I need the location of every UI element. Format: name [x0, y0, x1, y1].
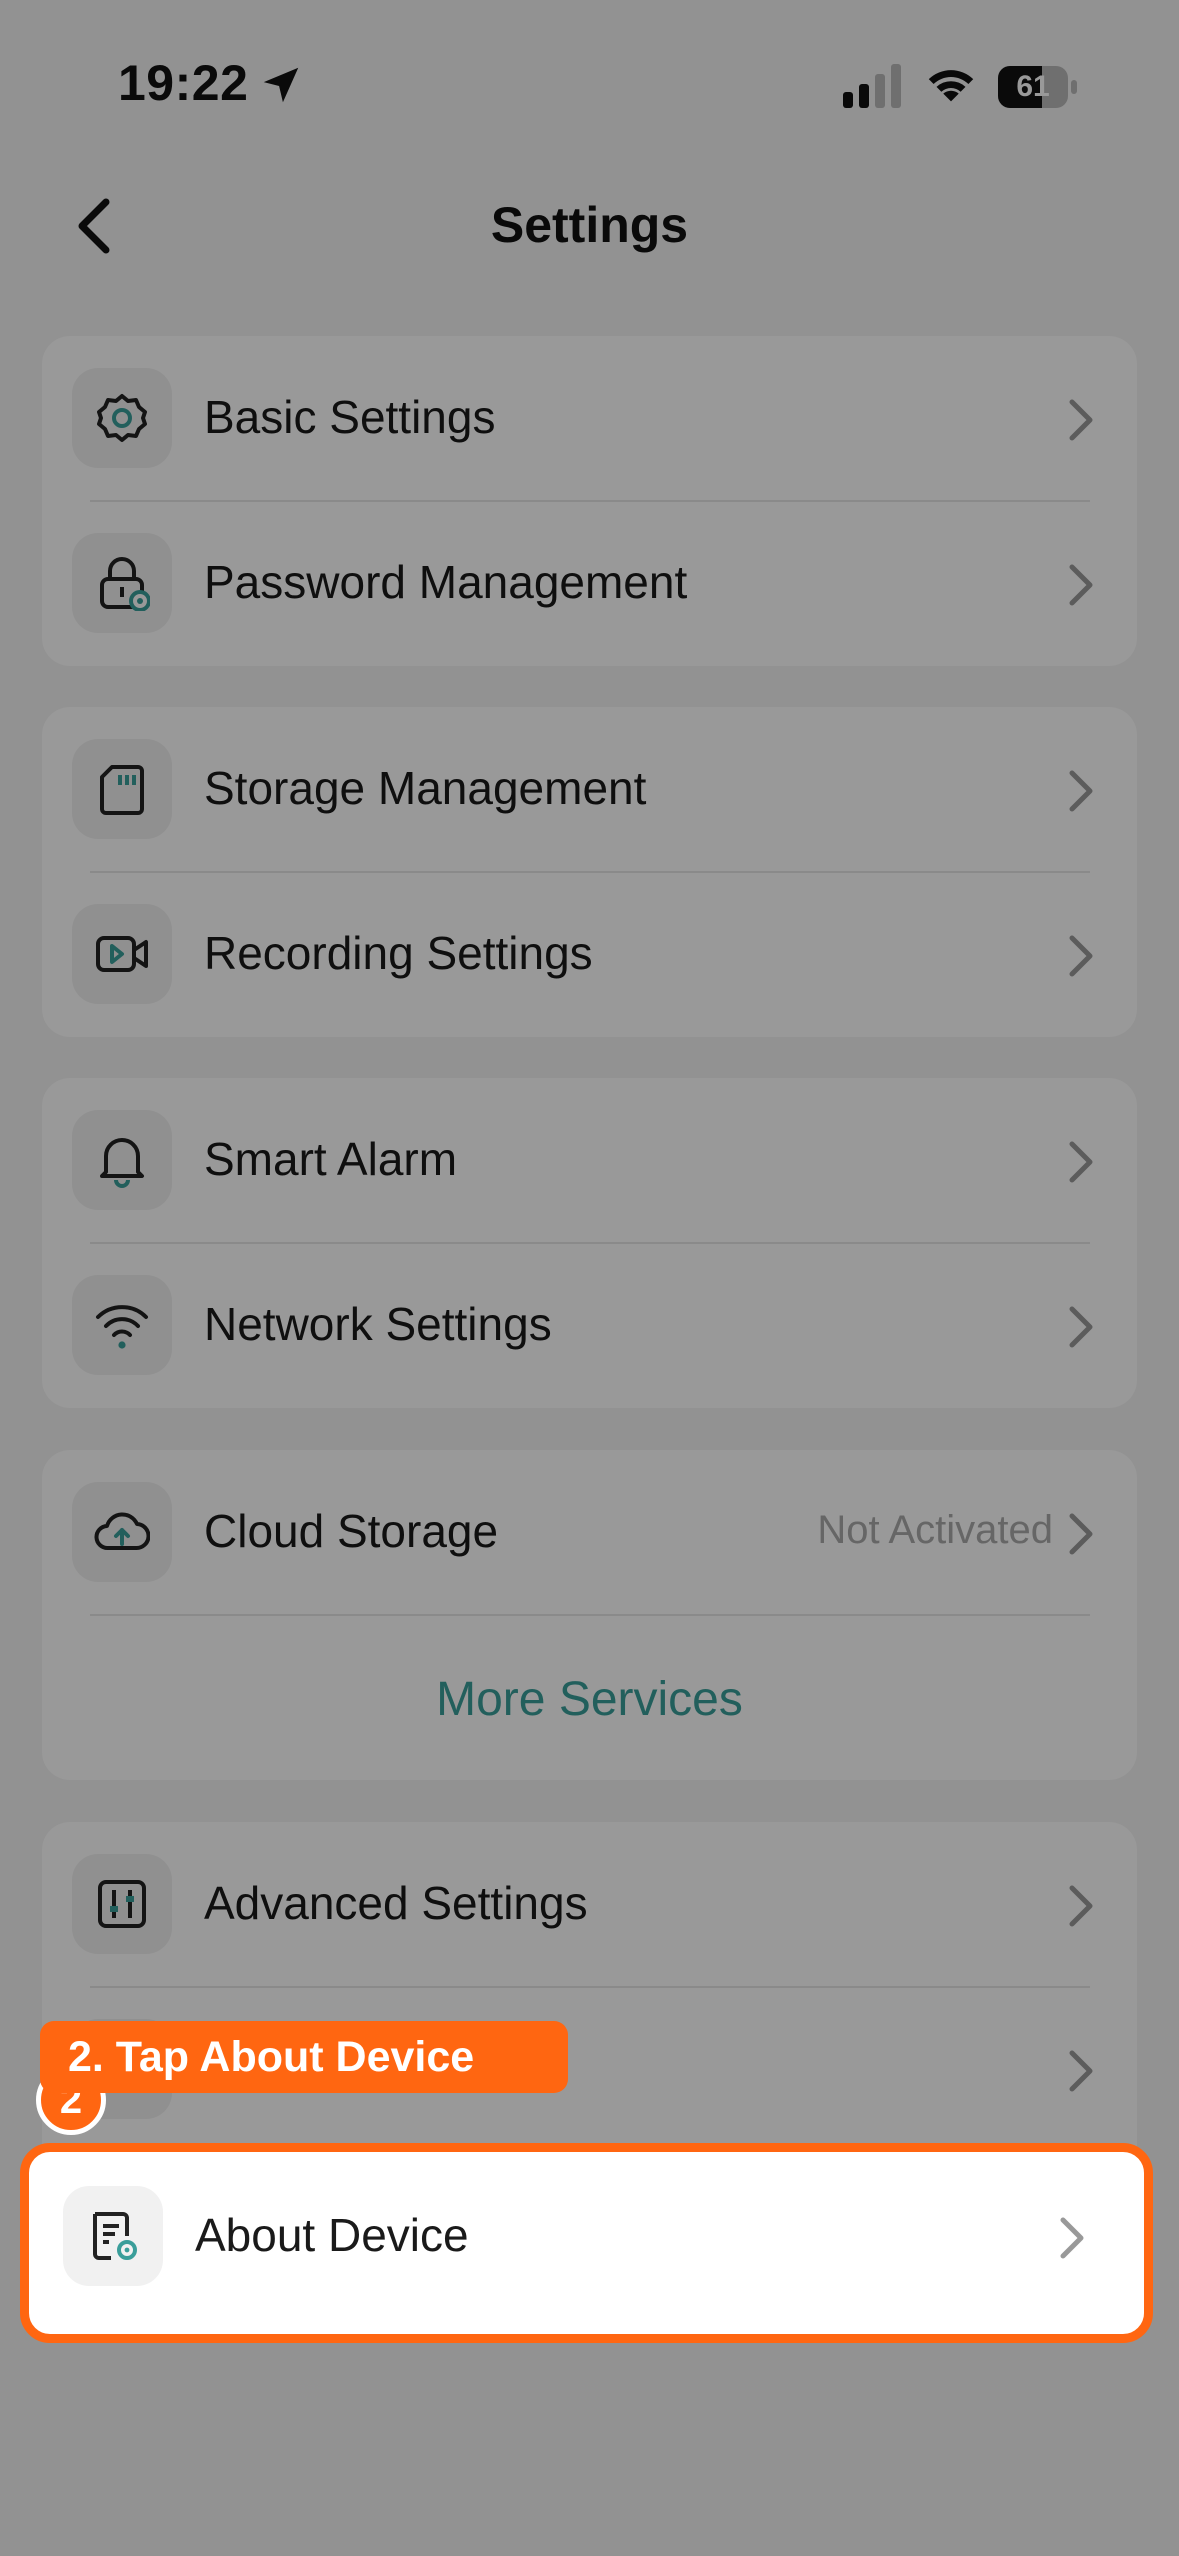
chevron-right-icon — [1069, 2050, 1093, 2092]
network-settings-row[interactable]: Network Settings — [42, 1243, 1137, 1408]
row-label: Advanced Settings — [204, 1877, 588, 1929]
status-time: 19:22 — [118, 55, 249, 111]
wifi-icon — [72, 1275, 172, 1375]
row-label: Smart Alarm — [204, 1133, 458, 1185]
chevron-right-icon — [1069, 399, 1093, 441]
password-management-row[interactable]: Password Management — [42, 501, 1137, 666]
row-label: Recording Settings — [204, 927, 593, 979]
bell-icon — [72, 1110, 172, 1210]
row-label: About Device — [195, 2209, 469, 2261]
chevron-right-icon — [1069, 1141, 1093, 1183]
cloud-storage-row[interactable]: Cloud Storage Not Activated — [42, 1450, 1137, 1615]
chevron-right-icon — [1069, 1513, 1093, 1555]
row-label: Network Settings — [204, 1298, 552, 1350]
sliders-icon — [72, 1854, 172, 1954]
cloud-storage-status: Not Activated — [817, 1508, 1053, 1552]
settings-group-5: Advanced Settings — [42, 1822, 1137, 2182]
basic-settings-row[interactable]: Basic Settings — [42, 336, 1137, 501]
settings-group-1: Basic Settings Password Management — [42, 336, 1137, 666]
chevron-right-icon — [1069, 564, 1093, 606]
more-services-link[interactable]: More Services — [42, 1672, 1137, 1727]
row-label: Storage Management — [204, 762, 647, 814]
row-label: Password Management — [204, 556, 688, 608]
settings-group-2: Storage Management Recording Settings — [42, 707, 1137, 1037]
row-label: Basic Settings — [204, 391, 496, 443]
status-bar: 19:22 61 — [0, 0, 1179, 170]
video-camera-icon — [72, 904, 172, 1004]
storage-management-row[interactable]: Storage Management — [42, 707, 1137, 872]
recording-settings-row[interactable]: Recording Settings — [42, 872, 1137, 1037]
battery-level: 61 — [1016, 70, 1050, 103]
settings-screen: 19:22 61 Settings Basic Settings Passwor… — [0, 0, 1179, 2556]
about-device-highlight: About Device — [20, 2143, 1153, 2343]
chevron-right-icon — [1069, 1306, 1093, 1348]
gear-icon — [72, 368, 172, 468]
settings-group-3: Smart Alarm Network Settings — [42, 1078, 1137, 1408]
chevron-right-icon — [1060, 2217, 1084, 2259]
divider — [90, 1614, 1090, 1616]
sd-card-icon — [72, 739, 172, 839]
settings-group-4: Cloud Storage Not Activated More Service… — [42, 1450, 1137, 1780]
chevron-right-icon — [1069, 770, 1093, 812]
smart-alarm-row[interactable]: Smart Alarm — [42, 1078, 1137, 1243]
location-arrow-icon — [263, 67, 299, 103]
cloud-upload-icon — [72, 1482, 172, 1582]
page-title: Settings — [490, 197, 689, 253]
chevron-right-icon — [1069, 1885, 1093, 1927]
document-gear-icon — [63, 2186, 163, 2286]
about-device-row[interactable]: About Device — [33, 2154, 1128, 2319]
tutorial-callout: 2. Tap About Device — [40, 2021, 568, 2093]
wifi-icon — [928, 70, 974, 102]
cellular-signal-icon — [843, 64, 901, 108]
chevron-right-icon — [1069, 935, 1093, 977]
lock-gear-icon — [72, 533, 172, 633]
advanced-settings-row[interactable]: Advanced Settings — [42, 1822, 1137, 1987]
row-label: Cloud Storage — [204, 1505, 499, 1557]
